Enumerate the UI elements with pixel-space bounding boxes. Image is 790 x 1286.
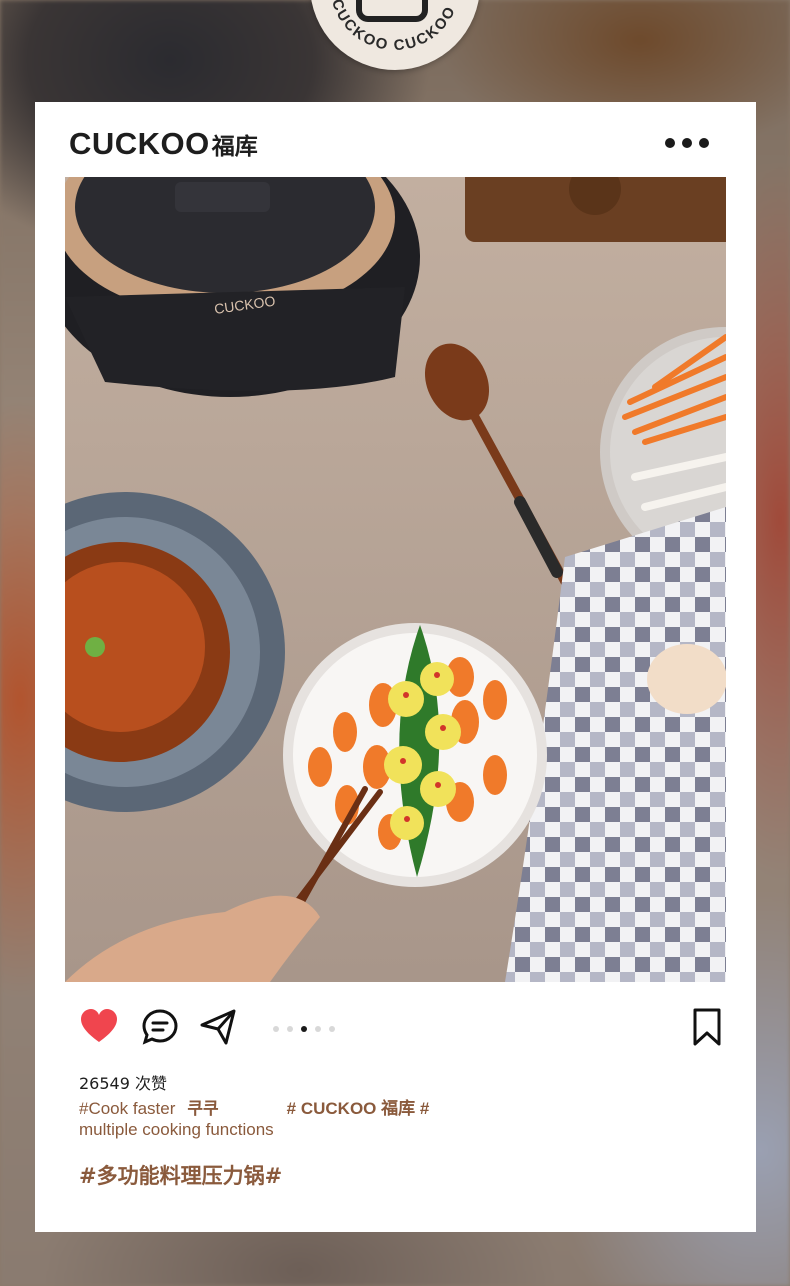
caption-korean: 쿠쿠 — [187, 1099, 219, 1118]
cooker-icon — [356, 0, 428, 22]
caption-line-1: #Cook faster 쿠쿠 # CUCKOO 福库 # — [79, 1098, 679, 1119]
heart-icon[interactable] — [79, 1007, 119, 1047]
carousel-dot[interactable] — [273, 1026, 279, 1032]
brand-badge: CUCKOO CUCKOO — [310, 0, 480, 70]
action-bar — [35, 1007, 756, 1053]
product-hashtag[interactable]: #多功能料理压力锅# — [79, 1160, 282, 1190]
food-scene: CUCKOO — [65, 177, 726, 982]
carousel-dots[interactable] — [273, 1026, 335, 1032]
logo-latin: CUCKOO — [69, 126, 210, 161]
comment-icon[interactable] — [140, 1007, 180, 1047]
brand-logo: CUCKOO 福库 — [69, 126, 258, 161]
more-icon[interactable] — [665, 138, 709, 150]
likes-number: 26549 — [79, 1074, 130, 1093]
post-photo: CUCKOO — [65, 177, 726, 982]
bookmark-icon[interactable] — [687, 1007, 727, 1047]
likes-count: 26549 次赞 — [79, 1070, 167, 1094]
post-caption: #Cook faster 쿠쿠 # CUCKOO 福库 # multiple coo… — [79, 1098, 679, 1140]
carousel-dot-active[interactable] — [301, 1026, 307, 1032]
carousel-dot[interactable] — [329, 1026, 335, 1032]
send-icon[interactable] — [198, 1007, 238, 1047]
logo-chinese: 福库 — [211, 134, 258, 160]
likes-suffix: 次赞 — [135, 1074, 168, 1093]
carousel-dot[interactable] — [287, 1026, 293, 1032]
brand-hashtag[interactable]: # CUCKOO 福库 # — [287, 1099, 430, 1118]
carousel-dot[interactable] — [315, 1026, 321, 1032]
post-card: CUCKOO 福库 CUCKOO 26549 次赞 #Cook faster 쿠… — [35, 102, 756, 1232]
caption-line-2: multiple cooking functions — [79, 1120, 274, 1139]
caption-text: #Cook faster — [79, 1099, 176, 1118]
